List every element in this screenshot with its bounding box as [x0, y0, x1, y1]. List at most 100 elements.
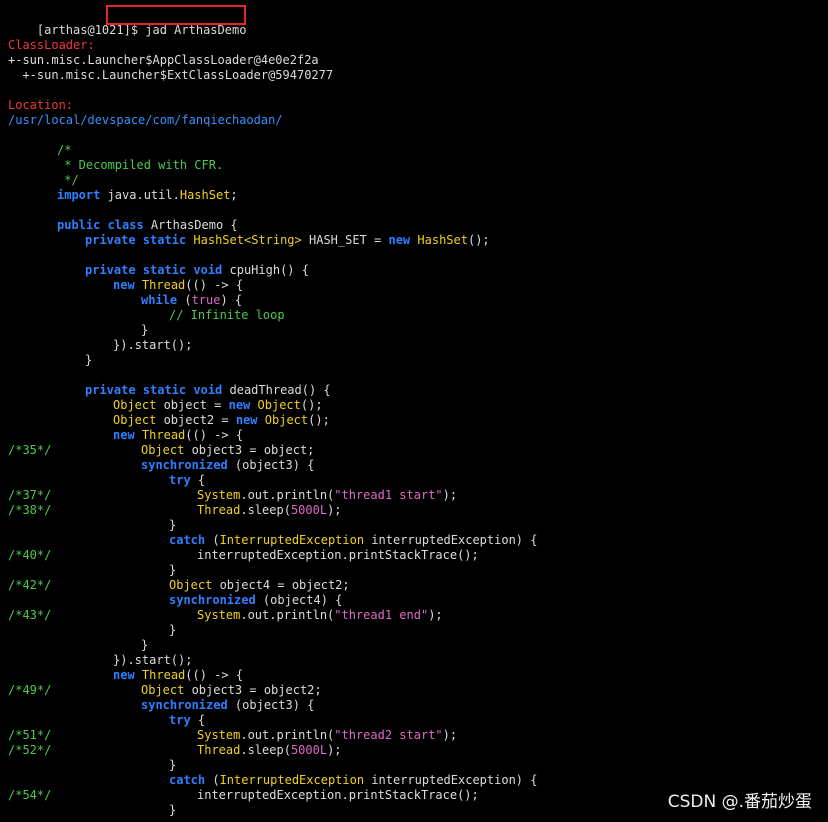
code-text: Object object4 = object2;	[169, 578, 350, 593]
code-token: ();	[308, 413, 330, 427]
code-text: Object object3 = object;	[141, 443, 314, 458]
source-line-number: /*52*/	[8, 743, 52, 757]
code-token: .out.println(	[240, 728, 335, 742]
code-token: );	[442, 728, 458, 742]
code-line: while (true) {	[8, 293, 828, 308]
code-text: Thread.sleep(5000L);	[197, 743, 342, 758]
code-text: }	[169, 563, 176, 578]
code-line: /*40*/ interruptedException.printStackTra…	[8, 548, 828, 563]
decompiled-source: /* * Decompiled with CFR. */import java.…	[8, 143, 828, 818]
code-line: public class ArthasDemo {	[8, 218, 828, 233]
code-line: import java.util.HashSet;	[8, 188, 828, 203]
code-token: catch	[169, 773, 206, 787]
code-token: Thread	[141, 428, 186, 442]
code-text: }	[169, 758, 176, 773]
code-token: catch	[169, 533, 206, 547]
code-line: */	[8, 173, 828, 188]
code-token: Object	[141, 443, 185, 457]
code-token: new	[113, 428, 135, 442]
code-line: /*51*/ System.out.println("thread2 start"…	[8, 728, 828, 743]
source-line-number: /*35*/	[8, 443, 52, 457]
code-token: interruptedException) {	[364, 773, 538, 787]
source-line-number: /*37*/	[8, 488, 52, 502]
location-label: Location:	[8, 98, 74, 112]
code-line: /*42*/ Object object4 = object2;	[8, 578, 828, 593]
code-token: java.util.	[100, 188, 180, 202]
code-token: new	[228, 398, 251, 412]
shell-prompt: [arthas@1021]$	[36, 23, 146, 37]
code-text: */	[57, 173, 79, 188]
code-line: synchronized (object4) {	[8, 593, 828, 608]
code-token: "thread2 start"	[334, 728, 443, 742]
source-line-number: /*49*/	[8, 683, 52, 697]
code-token: interruptedException.printStackTrace();	[197, 548, 479, 562]
code-text: System.out.println("thread2 start");	[197, 728, 457, 743]
code-token: ;	[230, 188, 238, 202]
code-token: (() -> {	[185, 428, 244, 442]
code-token: try	[169, 713, 191, 727]
code-token: (() -> {	[185, 668, 244, 682]
code-text: }	[141, 323, 148, 338]
code-token: while	[141, 293, 178, 307]
source-line-number: /*51*/	[8, 728, 52, 742]
code-token: */	[57, 173, 79, 187]
code-token: {	[190, 473, 206, 487]
classloader-entry: +-sun.misc.Launcher$ExtClassLoader@59470…	[8, 68, 334, 82]
code-token: System	[197, 608, 241, 622]
code-token: * Decompiled with CFR.	[57, 158, 224, 172]
code-token: ) {	[220, 293, 243, 307]
code-line: private static HashSet<String> HASH_SET …	[8, 233, 828, 248]
code-line: try {	[8, 713, 828, 728]
code-token: (() -> {	[185, 278, 244, 292]
code-token: System	[197, 728, 241, 742]
code-text: catch (InterruptedException interruptedE…	[169, 773, 537, 788]
code-token: ();	[467, 233, 490, 247]
code-text: private static void cpuHigh() {	[85, 263, 309, 278]
code-token: );	[327, 743, 342, 757]
code-token: System	[197, 488, 241, 502]
code-line: Object object2 = new Object();	[8, 413, 828, 428]
code-line: }	[8, 623, 828, 638]
code-token: synchronized	[141, 698, 228, 712]
code-text: new Thread(() -> {	[113, 668, 243, 683]
code-token: Object	[113, 413, 157, 427]
code-token: object4 = object2;	[212, 578, 350, 592]
code-line: new Thread(() -> {	[8, 278, 828, 293]
code-token: Object	[169, 578, 213, 592]
terminal-window[interactable]: [arthas@1021]$ jad ArthasDemo ClassLoade…	[8, 5, 828, 818]
code-token: object3 = object2;	[184, 683, 322, 697]
code-token: HashSet	[417, 233, 468, 247]
code-line: }	[8, 518, 828, 533]
code-token: HashSet<String>	[193, 233, 302, 247]
code-token: Thread	[141, 278, 186, 292]
code-text: try {	[169, 713, 205, 728]
classloader-label: ClassLoader:	[8, 38, 95, 52]
code-token: /*	[57, 143, 72, 157]
code-token: Object	[141, 683, 185, 697]
code-token: (object3) {	[227, 458, 315, 472]
code-token: }	[169, 563, 177, 577]
code-token: interruptedException) {	[364, 533, 538, 547]
code-text: new Thread(() -> {	[113, 428, 243, 443]
code-token: "thread1 start"	[334, 488, 443, 502]
code-line: new Thread(() -> {	[8, 428, 828, 443]
code-token: }	[169, 518, 177, 532]
code-token: 5000L	[290, 503, 328, 517]
code-token: .out.println(	[240, 608, 335, 622]
code-token: true	[191, 293, 221, 307]
code-line: /*49*/ Object object3 = object2;	[8, 683, 828, 698]
code-line: }).start();	[8, 338, 828, 353]
code-token: synchronized	[169, 593, 256, 607]
csdn-watermark: CSDN @.番茄炒蛋	[667, 792, 812, 812]
code-token: new	[388, 233, 411, 247]
code-token: "thread1 end"	[334, 608, 429, 622]
code-line: }	[8, 353, 828, 368]
code-text: public class ArthasDemo {	[57, 218, 238, 233]
code-token: InterruptedException	[219, 533, 365, 547]
code-token: Thread	[197, 503, 241, 517]
